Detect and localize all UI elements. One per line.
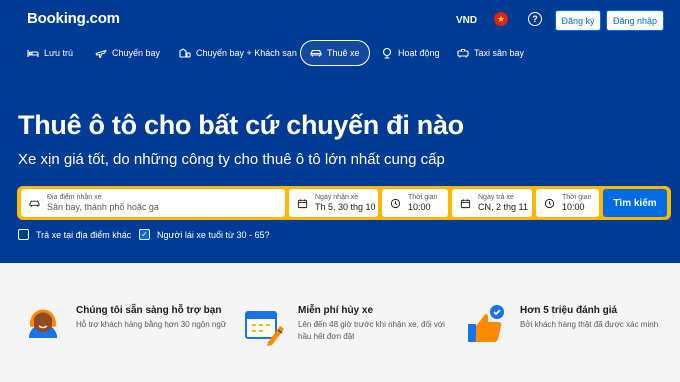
pickup-location-field[interactable]: Địa điểm nhận xe Sân bay, thành phố hoặc… <box>19 187 287 219</box>
currency-selector[interactable]: VND <box>456 15 477 26</box>
driver-age-label: Người lái xe tuổi từ 30 - 65? <box>157 229 270 240</box>
feature-free-cancel: Miễn phí hủy xe Lên đến 48 giờ trước khi… <box>242 302 458 348</box>
pickup-time-label: Thời gian <box>408 193 438 201</box>
nav-label: Lưu trú <box>44 48 74 58</box>
dropoff-date-field[interactable]: Ngày trả xe CN, 2 thg 11 <box>452 189 532 217</box>
nav-label: Chuyến bay <box>112 48 161 58</box>
car-icon <box>310 49 322 57</box>
calendar-cancel-icon <box>245 311 284 346</box>
bed-icon <box>27 50 39 57</box>
feature-title: Miễn phí hủy xe <box>298 305 374 316</box>
driver-age-checkbox[interactable]: ✓ <box>139 229 150 240</box>
nav-item-car-rental[interactable]: Thuê xe <box>300 40 370 66</box>
clock-icon <box>544 198 555 208</box>
driver-age-option[interactable]: ✓ Người lái xe tuổi từ 30 - 65? <box>139 229 270 240</box>
flight-hotel-icon <box>179 48 191 58</box>
plane-icon <box>95 50 107 58</box>
nav-item-stays[interactable]: Lưu trú <box>18 40 82 66</box>
login-button[interactable]: Đăng nhập <box>606 10 664 31</box>
feature-support: Chúng tôi sẵn sàng hỗ trợ bạn Hỗ trợ khá… <box>20 302 236 348</box>
nav-item-flight-hotel[interactable]: Chuyến bay + Khách sạn <box>170 40 306 66</box>
nav-item-attractions[interactable]: Hoạt động <box>372 40 449 66</box>
nav-label: Hoạt động <box>398 48 440 58</box>
feature-title: Chúng tôi sẵn sàng hỗ trợ bạn <box>76 305 222 316</box>
page-title: Thuê ô tô cho bất cứ chuyến đi nào <box>18 110 464 140</box>
nav-label: Thuê xe <box>327 48 360 58</box>
booking-logo[interactable]: Booking.com <box>27 10 120 27</box>
car-icon <box>29 200 40 207</box>
calendar-icon <box>460 198 471 208</box>
different-return-checkbox[interactable] <box>18 229 29 240</box>
dropoff-time-field[interactable]: Thời gian 10:00 <box>536 189 599 217</box>
different-return-label: Trả xe tại địa điểm khác <box>36 229 132 240</box>
feature-description: Hỗ trợ khách hàng bằng hơn 30 ngôn ngữ <box>76 320 227 329</box>
pickup-location-label: Địa điểm nhận xe <box>47 193 102 201</box>
feature-reviews: Hơn 5 triệu đánh giá Bởi khách hàng thật… <box>464 302 680 348</box>
language-flag-icon[interactable]: ★ <box>494 12 508 26</box>
support-agent-icon <box>29 309 57 348</box>
feature-description: Lên đến 48 giờ trước khi nhận xe, đối vớ… <box>298 320 445 341</box>
pickup-date-label: Ngày nhận xe <box>315 193 359 201</box>
nav-label: Taxi sân bay <box>474 48 525 58</box>
dropoff-time-value: 10:00 <box>562 201 585 212</box>
taxi-icon <box>457 48 469 58</box>
nav-label: Chuyến bay + Khách sạn <box>196 48 297 58</box>
page-subtitle: Xe xịn giá tốt, do những công ty cho thu… <box>18 151 445 168</box>
feature-description: Bởi khách hàng thật đã được xác minh <box>520 320 659 329</box>
dropoff-time-label: Thời gian <box>562 193 592 201</box>
calendar-icon <box>297 198 308 208</box>
pickup-time-field[interactable]: Thời gian 10:00 <box>382 189 448 217</box>
thumbs-up-icon <box>468 305 504 342</box>
clock-icon <box>390 198 401 208</box>
dropoff-date-value: CN, 2 thg 11 <box>478 201 528 212</box>
help-icon[interactable]: ? <box>528 12 542 26</box>
nav-item-flights[interactable]: Chuyến bay <box>86 40 169 66</box>
different-return-option[interactable]: Trả xe tại địa điểm khác <box>18 229 131 240</box>
dropoff-date-label: Ngày trả xe <box>478 193 514 201</box>
search-button[interactable]: Tìm kiếm <box>603 189 667 217</box>
pickup-time-value: 10:00 <box>408 201 431 212</box>
attractions-icon <box>382 47 392 59</box>
feature-title: Hơn 5 triệu đánh giá <box>520 305 618 316</box>
nav-item-airport-taxi[interactable]: Taxi sân bay <box>448 40 533 66</box>
register-button[interactable]: Đăng ký <box>555 10 601 31</box>
pickup-date-value: Th 5, 30 thg 10 <box>315 201 376 212</box>
pickup-date-field[interactable]: Ngày nhận xe Th 5, 30 thg 10 <box>289 189 378 217</box>
pickup-location-input[interactable]: Sân bay, thành phố hoặc ga <box>47 202 159 212</box>
